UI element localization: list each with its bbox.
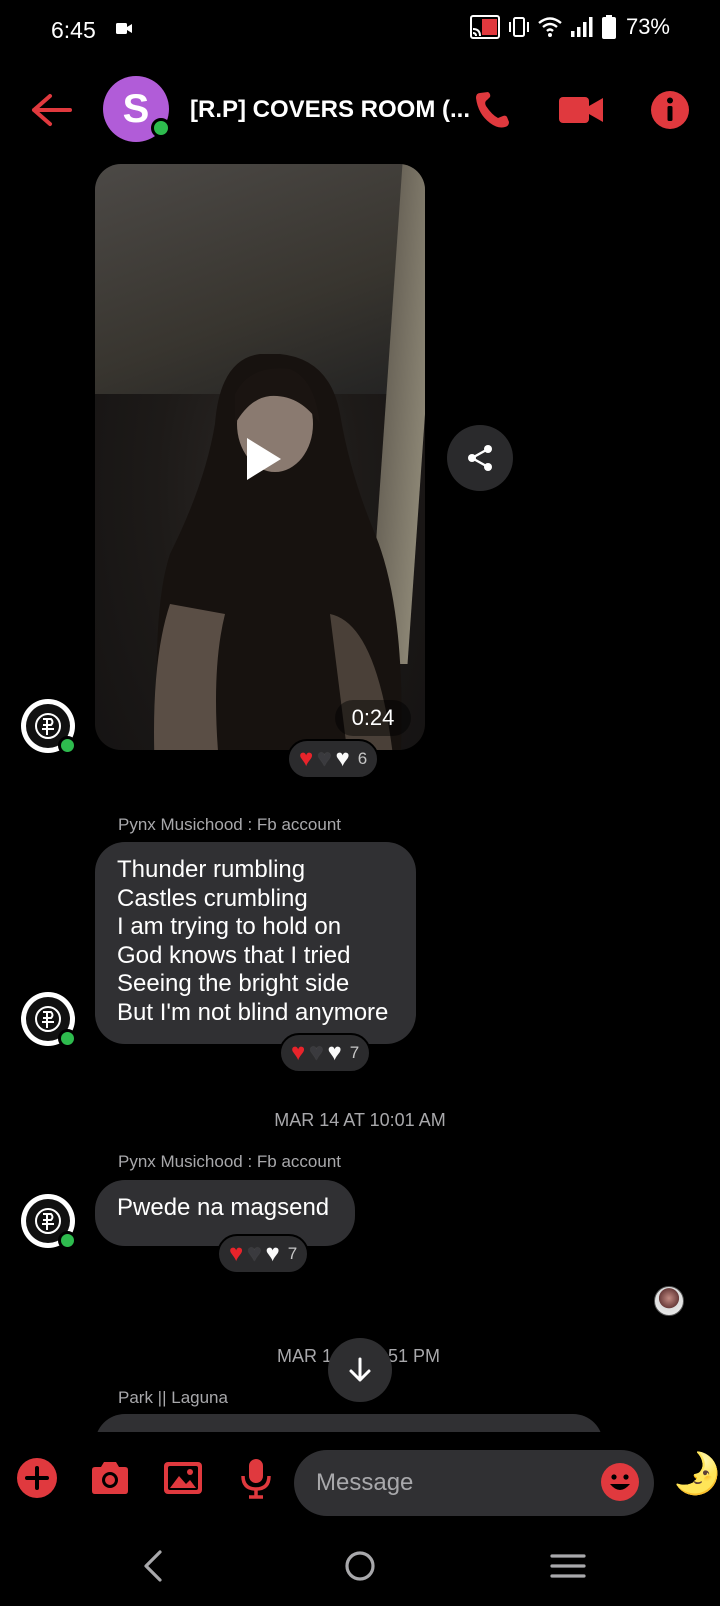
battery-percent: 73%	[625, 14, 670, 39]
arrow-down-icon	[349, 1357, 371, 1382]
battery-icon	[601, 15, 616, 39]
cast-icon	[469, 15, 500, 39]
vibrate-icon	[508, 17, 529, 37]
sender-logo-icon	[35, 1006, 61, 1032]
red-heart-icon: ♥	[229, 1240, 244, 1267]
message-line: I am trying to hold on	[117, 913, 342, 941]
system-navigation-bar	[0, 1528, 720, 1606]
sender-name: Pynx Musichood : Fb account	[118, 815, 342, 834]
gallery-icon[interactable]	[161, 1456, 205, 1500]
nav-menu-icon[interactable]	[548, 1548, 588, 1584]
share-icon	[468, 445, 492, 471]
chat-title[interactable]: [R.P] COVERS ROOM (...	[190, 96, 470, 124]
black-heart-icon: ♥	[309, 1039, 324, 1066]
message-line: Thunder rumbling	[117, 856, 306, 883]
sender-logo-icon	[35, 1208, 61, 1234]
reaction-count: 7	[349, 1043, 360, 1062]
play-icon[interactable]	[243, 436, 283, 482]
sender-logo-icon	[35, 713, 61, 739]
info-icon[interactable]	[648, 88, 692, 132]
video-message[interactable]: 0:24	[95, 164, 425, 750]
red-heart-icon: ♥	[291, 1039, 306, 1066]
sender-avatar[interactable]	[21, 992, 77, 1048]
reaction-count: 6	[357, 749, 368, 768]
video-duration: 0:24	[335, 700, 411, 736]
reaction-count: 7	[287, 1244, 298, 1263]
reactions-badge[interactable]: ♥ ♥ ♥ 6	[287, 739, 380, 779]
online-indicator	[58, 1029, 77, 1048]
message-bubble[interactable]: Pwede na magsend	[95, 1180, 355, 1246]
wifi-icon	[538, 17, 562, 37]
add-icon[interactable]	[15, 1456, 59, 1500]
black-heart-icon: ♥	[317, 745, 332, 772]
status-bar: 6:45 73%	[0, 0, 720, 60]
message-text: Pwede na magsend	[117, 1194, 330, 1221]
camera-icon[interactable]	[88, 1456, 132, 1500]
video-call-icon[interactable]	[558, 88, 604, 132]
sender-name: Park || Laguna	[118, 1388, 228, 1407]
message-bubble[interactable]: Thunder rumbling Castles crumbling I am …	[95, 842, 416, 1044]
message-line: Seeing the bright side	[117, 970, 350, 998]
date-separator: MAR 14 AT 10:01 AM	[274, 1110, 446, 1130]
online-indicator	[58, 1231, 77, 1250]
seen-by-avatar[interactable]	[654, 1286, 684, 1316]
microphone-icon[interactable]	[234, 1456, 278, 1500]
white-heart-icon: ♥	[265, 1240, 280, 1267]
status-icons: 73%	[469, 14, 670, 40]
phone-call-icon[interactable]	[470, 88, 514, 132]
sender-name: Pynx Musichood : Fb account	[118, 1152, 342, 1171]
video-thumbnail-person	[154, 354, 402, 750]
date-separator-end: 51 PM	[388, 1346, 441, 1366]
message-line: Castles crumbling	[117, 884, 308, 912]
white-heart-icon: ♥	[335, 745, 350, 772]
nav-back-icon[interactable]	[134, 1548, 174, 1584]
back-arrow-icon[interactable]	[28, 92, 74, 128]
white-heart-icon: ♥	[327, 1039, 342, 1066]
red-heart-icon: ♥	[299, 745, 314, 772]
online-indicator	[151, 118, 171, 138]
sender-avatar[interactable]	[21, 1194, 77, 1250]
sender-avatar[interactable]	[21, 699, 77, 755]
status-time: 6:45	[51, 17, 96, 43]
chat-header: S [R.P] COVERS ROOM (...	[0, 72, 720, 148]
date-separator-start: MAR 1	[277, 1346, 333, 1366]
group-avatar-letter: S	[122, 86, 150, 131]
signal-icon	[570, 17, 593, 37]
reactions-badge[interactable]: ♥ ♥ ♥ 7	[279, 1033, 372, 1073]
nav-home-icon[interactable]	[340, 1548, 380, 1584]
share-button[interactable]	[447, 425, 513, 491]
video-recording-icon	[116, 23, 132, 34]
online-indicator	[58, 736, 77, 755]
black-heart-icon: ♥	[247, 1240, 262, 1267]
message-composer: 🌛	[0, 1432, 720, 1528]
group-avatar[interactable]: S	[103, 76, 171, 142]
message-line: God knows that I tried	[117, 941, 351, 969]
emoji-icon[interactable]	[600, 1462, 640, 1502]
scroll-to-bottom-button[interactable]	[328, 1338, 392, 1402]
message-line: But I'm not blind anymore	[117, 998, 389, 1026]
moon-emoji-icon[interactable]: 🌛	[672, 1454, 720, 1494]
reactions-badge[interactable]: ♥ ♥ ♥ 7	[217, 1234, 310, 1274]
